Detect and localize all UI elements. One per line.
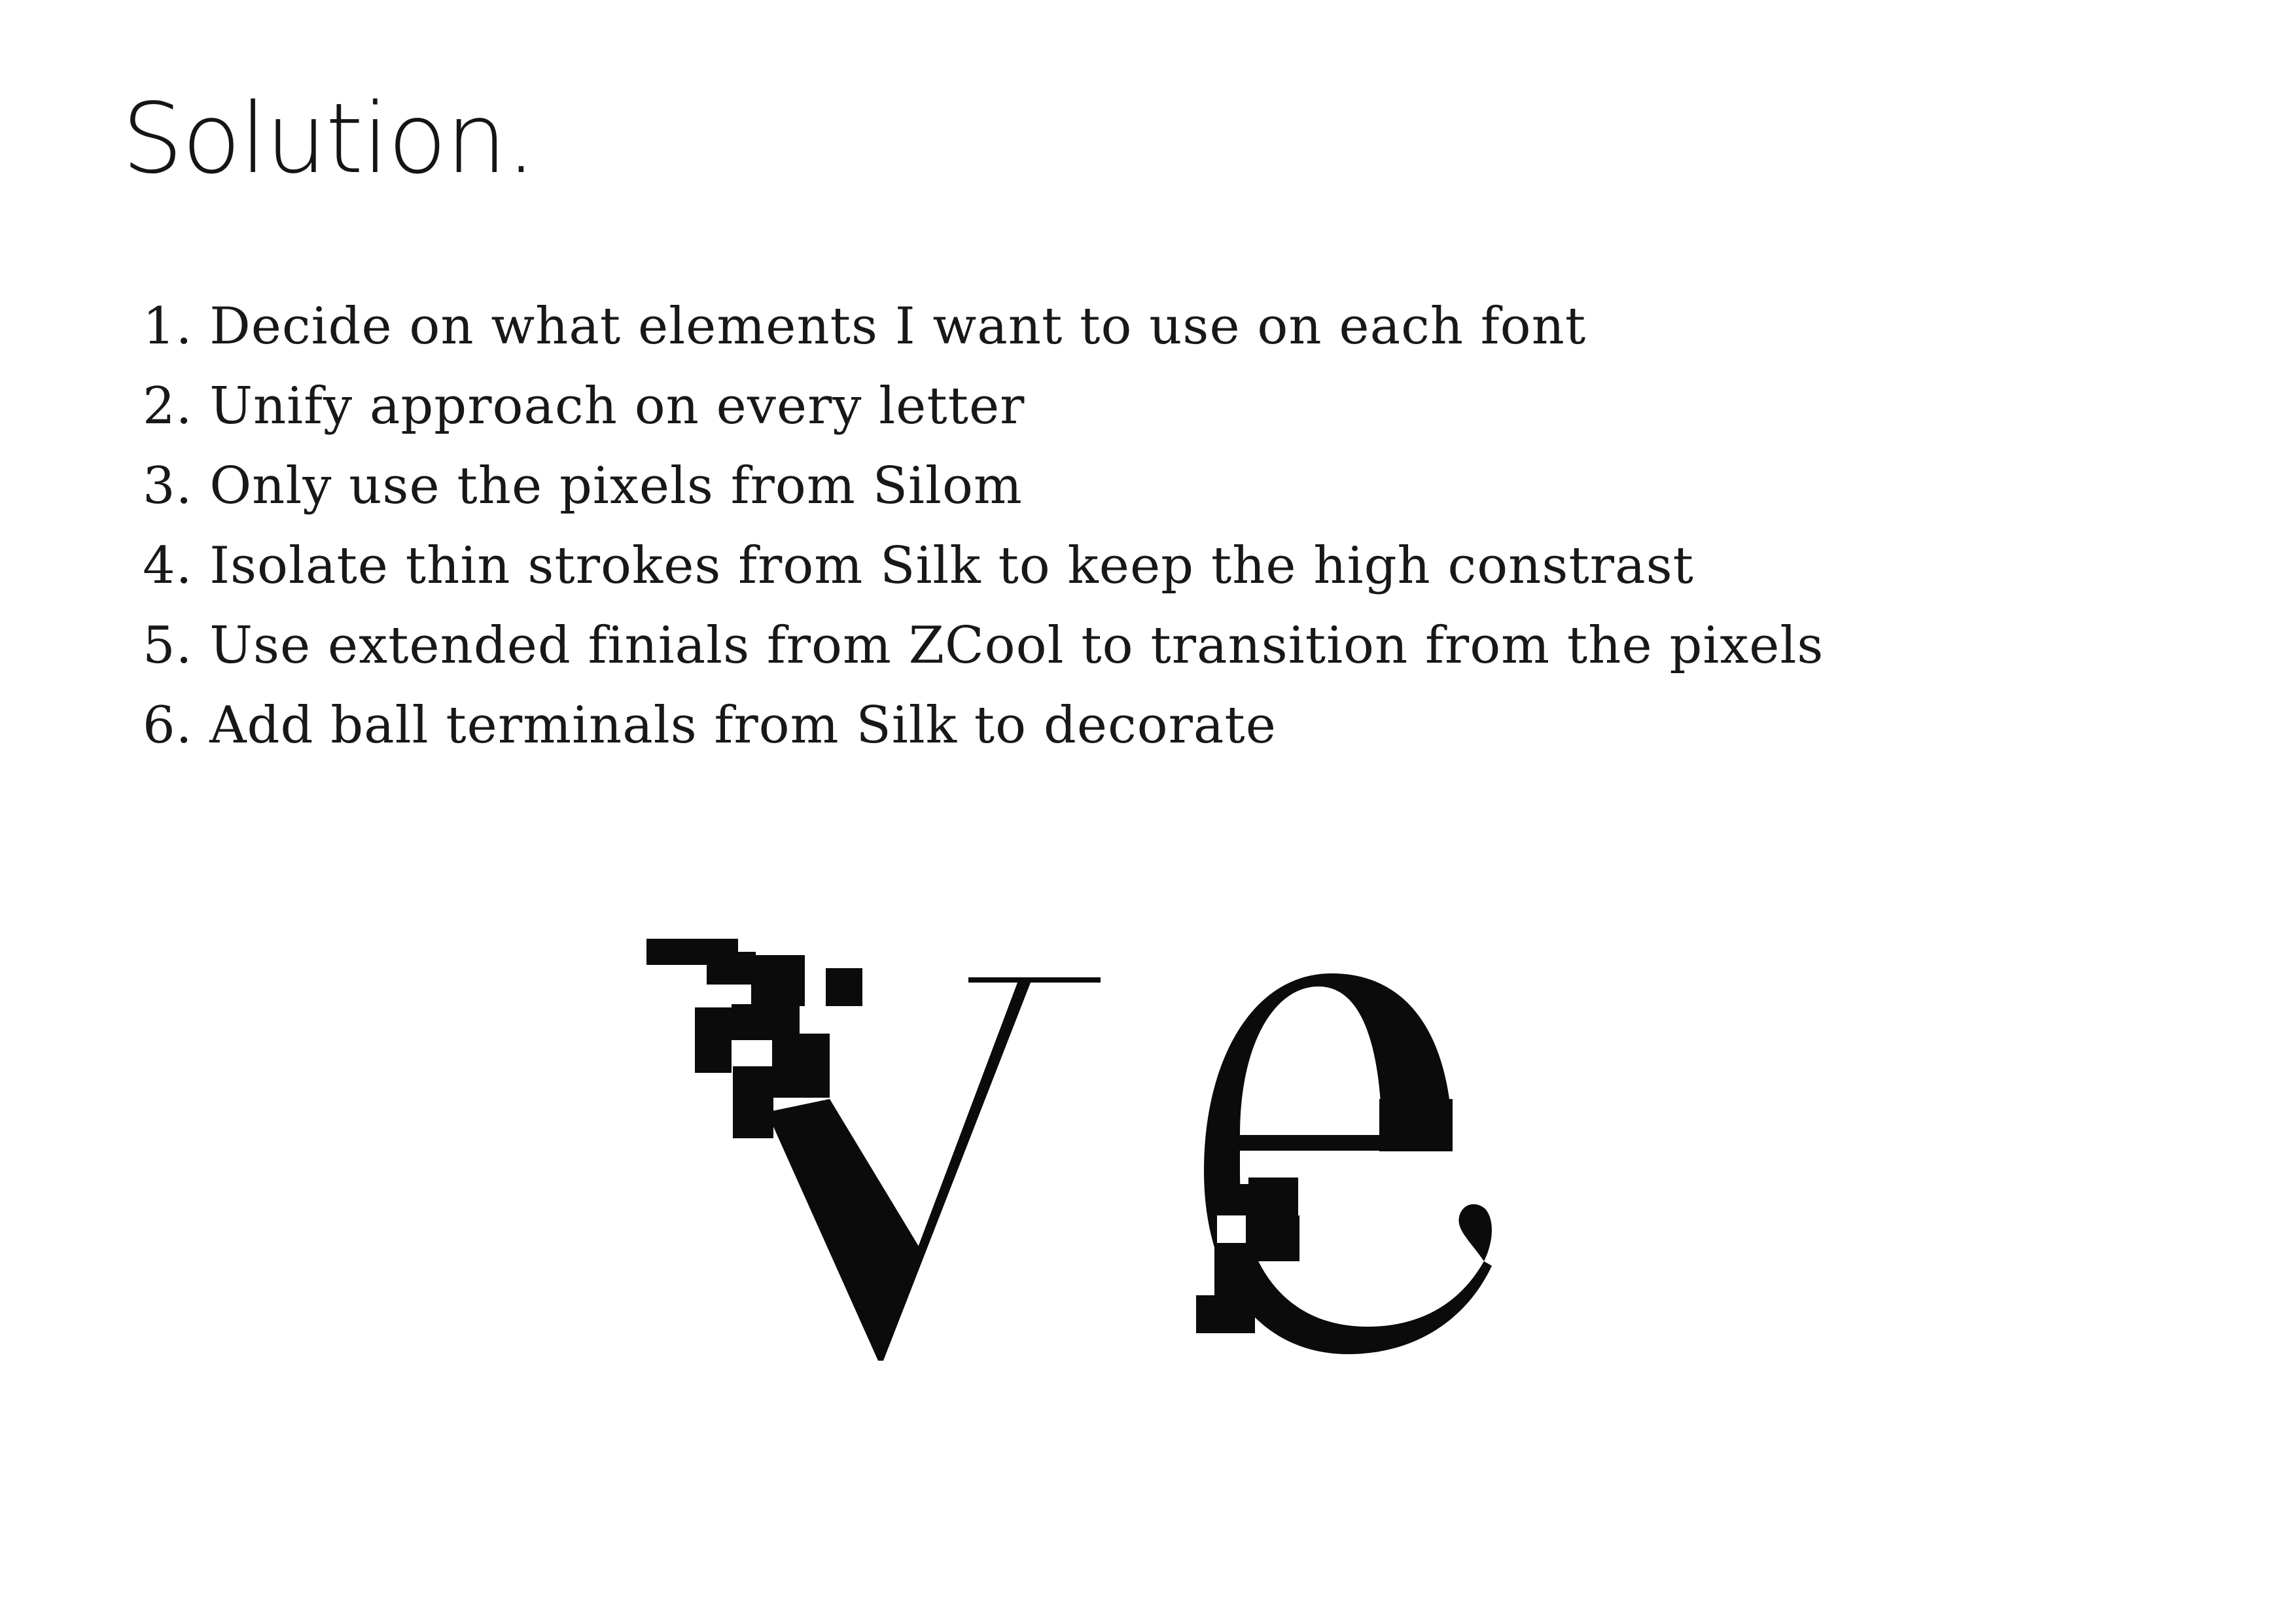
glyph-v-pixel-block: [707, 952, 756, 985]
step-item-6: 6. Add ball terminals from Silk to decor…: [143, 696, 1277, 755]
glyph-v-pixel-block: [772, 1034, 830, 1098]
glyph-v-thin-stroke: [878, 977, 1101, 1361]
glyph-specimen-svg: [646, 939, 1492, 1361]
step-list: 1. Decide on what elements I want to use…: [143, 287, 1824, 765]
glyph-e-ball-terminal: [1458, 1204, 1492, 1261]
step-item-4: 4. Isolate thin strokes from Silk to kee…: [143, 536, 1694, 595]
glyph-v-pixel-block: [733, 1066, 773, 1138]
glyph-v-pixel-block: [751, 955, 805, 1006]
step-item-1: 1. Decide on what elements I want to use…: [143, 297, 1587, 356]
glyph-e-pixel-block: [1379, 1099, 1453, 1151]
step-item-2: 2. Unify approach on every letter: [143, 377, 1025, 436]
glyph-e-pixel-block: [1196, 1295, 1255, 1333]
glyph-e-illustration: [1196, 973, 1492, 1354]
glyph-v-illustration: [646, 939, 1101, 1361]
glyph-e-pixel-block: [1214, 1243, 1255, 1295]
glyph-e-pixel-block: [1250, 1215, 1299, 1261]
step-item-3: 3. Only use the pixels from Silom: [143, 457, 1023, 515]
glyph-e-pixel-block: [1248, 1178, 1298, 1215]
glyph-v-thick-stroke: [767, 1099, 923, 1361]
step-item-5: 5. Use extended finials from ZCool to tr…: [143, 616, 1824, 675]
glyph-specimen: [622, 903, 1734, 1413]
page-title: Solution.: [122, 82, 537, 195]
glyph-v-pixel-block: [695, 1007, 732, 1073]
glyph-v-pixel-block: [826, 968, 862, 1006]
slide-page: Solution. 1. Decide on what elements I w…: [0, 0, 2296, 1623]
